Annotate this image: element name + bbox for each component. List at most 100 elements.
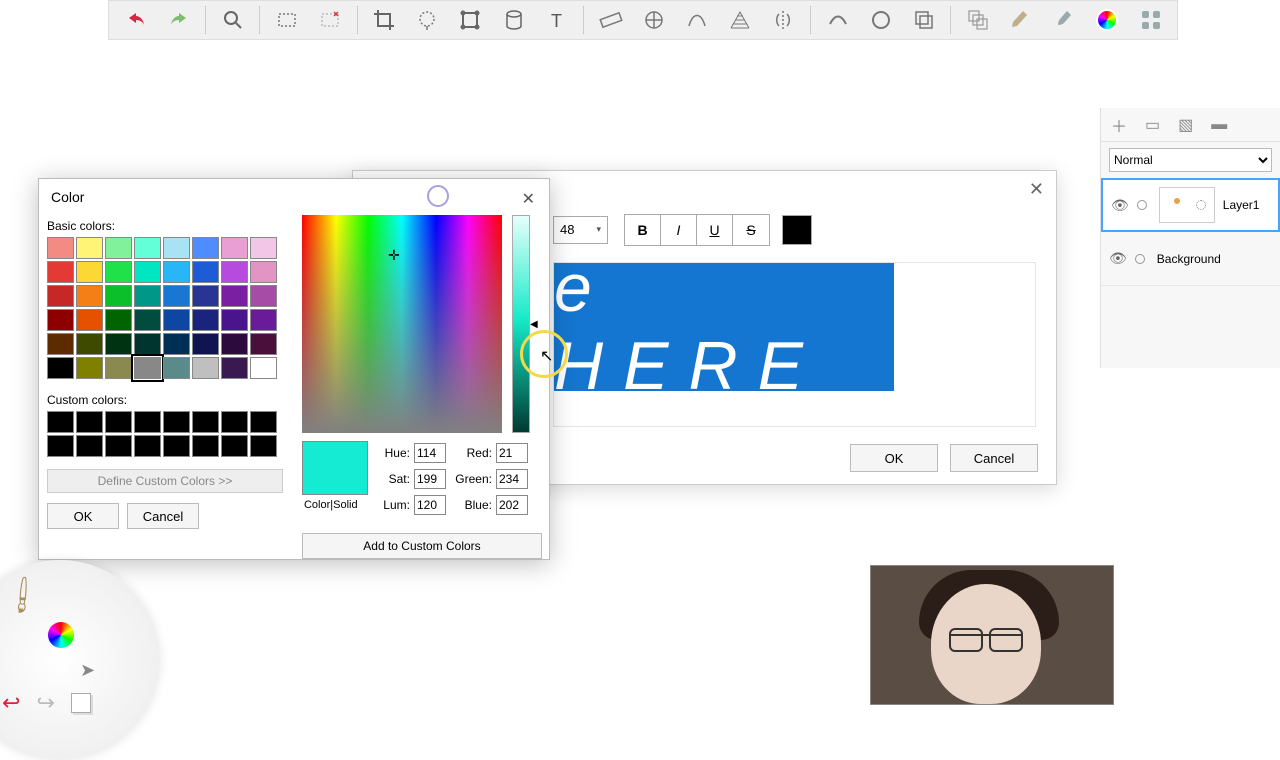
custom-color-swatch[interactable] xyxy=(250,435,277,457)
strike-button[interactable]: S xyxy=(733,215,769,245)
brush-icon[interactable] xyxy=(1046,2,1083,38)
basic-color-swatch[interactable] xyxy=(76,237,103,259)
text-preview-area[interactable]: e HERE xyxy=(553,262,1036,427)
basic-color-swatch[interactable] xyxy=(221,261,248,283)
perspective-icon[interactable] xyxy=(722,2,759,38)
layers-icon[interactable] xyxy=(905,2,942,38)
basic-color-swatch[interactable] xyxy=(134,237,161,259)
custom-color-swatch[interactable] xyxy=(76,411,103,433)
color-cancel-button[interactable]: Cancel xyxy=(127,503,199,529)
basic-color-swatch[interactable] xyxy=(221,237,248,259)
basic-color-swatch[interactable] xyxy=(163,333,190,355)
crop-icon[interactable] xyxy=(366,2,403,38)
basic-color-swatch[interactable] xyxy=(163,309,190,331)
basic-color-swatch[interactable] xyxy=(105,261,132,283)
basic-color-swatch[interactable] xyxy=(76,357,103,379)
custom-color-swatch[interactable] xyxy=(192,435,219,457)
basic-color-swatch[interactable] xyxy=(221,333,248,355)
zoom-icon[interactable] xyxy=(214,2,251,38)
visibility-icon[interactable]: 👁 xyxy=(1111,197,1129,214)
image-icon[interactable]: ▧ xyxy=(1178,115,1193,135)
color-spectrum[interactable]: ✛ xyxy=(302,215,502,433)
add-to-custom-button[interactable]: Add to Custom Colors xyxy=(302,533,542,559)
close-icon[interactable]: ✕ xyxy=(1029,179,1044,200)
custom-color-swatch[interactable] xyxy=(134,411,161,433)
curve-guide-icon[interactable] xyxy=(679,2,716,38)
basic-color-swatch[interactable] xyxy=(221,357,248,379)
text-icon[interactable]: T xyxy=(538,2,575,38)
cylinder-icon[interactable] xyxy=(495,2,532,38)
red-input[interactable] xyxy=(496,443,528,463)
custom-color-swatch[interactable] xyxy=(192,411,219,433)
basic-color-swatch[interactable] xyxy=(134,261,161,283)
copies-icon[interactable] xyxy=(959,2,996,38)
apps-icon[interactable] xyxy=(1132,2,1169,38)
hue-input[interactable] xyxy=(414,443,446,463)
basic-color-swatch[interactable] xyxy=(134,357,161,379)
symmetry-icon[interactable] xyxy=(765,2,802,38)
basic-color-swatch[interactable] xyxy=(192,237,219,259)
underline-button[interactable]: U xyxy=(697,215,733,245)
add-layer-icon[interactable]: ＋ xyxy=(1111,113,1127,137)
close-icon[interactable]: ✕ xyxy=(522,189,535,209)
layer-row-layer1[interactable]: 👁 Layer1 xyxy=(1101,178,1280,232)
layer-row-background[interactable]: 👁 Background xyxy=(1101,232,1280,286)
redo-icon[interactable]: ↪ xyxy=(36,690,54,716)
basic-color-swatch[interactable] xyxy=(134,309,161,331)
custom-color-swatch[interactable] xyxy=(47,435,74,457)
basic-color-swatch[interactable] xyxy=(163,285,190,307)
color-wheel-icon[interactable] xyxy=(1089,2,1126,38)
basic-color-swatch[interactable] xyxy=(163,261,190,283)
custom-color-swatch[interactable] xyxy=(134,435,161,457)
luminance-slider[interactable] xyxy=(512,215,530,433)
ellipse-guide-icon[interactable] xyxy=(635,2,672,38)
custom-color-swatch[interactable] xyxy=(105,435,132,457)
color-ok-button[interactable]: OK xyxy=(47,503,119,529)
custom-color-swatch[interactable] xyxy=(221,411,248,433)
basic-color-swatch[interactable] xyxy=(76,309,103,331)
basic-color-swatch[interactable] xyxy=(76,261,103,283)
save-icon[interactable]: ▬ xyxy=(1211,116,1227,134)
select-rect-icon[interactable] xyxy=(268,2,305,38)
text-ok-button[interactable]: OK xyxy=(850,444,938,472)
stroke-icon[interactable] xyxy=(819,2,856,38)
basic-color-swatch[interactable] xyxy=(47,357,74,379)
basic-color-swatch[interactable] xyxy=(134,333,161,355)
define-custom-button[interactable]: Define Custom Colors >> xyxy=(47,469,283,493)
custom-color-swatch[interactable] xyxy=(105,411,132,433)
basic-color-swatch[interactable] xyxy=(47,285,74,307)
basic-color-swatch[interactable] xyxy=(192,357,219,379)
color-wheel-icon[interactable] xyxy=(48,622,74,648)
visibility-icon[interactable]: 👁 xyxy=(1109,250,1127,267)
layer-radio[interactable] xyxy=(1135,254,1145,264)
lum-input[interactable] xyxy=(414,495,446,515)
basic-color-swatch[interactable] xyxy=(105,333,132,355)
basic-color-swatch[interactable] xyxy=(250,285,277,307)
lasso-icon[interactable] xyxy=(409,2,446,38)
custom-color-swatch[interactable] xyxy=(221,435,248,457)
basic-color-swatch[interactable] xyxy=(221,309,248,331)
basic-color-swatch[interactable] xyxy=(250,261,277,283)
basic-color-swatch[interactable] xyxy=(250,357,277,379)
custom-color-swatch[interactable] xyxy=(47,411,74,433)
basic-color-swatch[interactable] xyxy=(105,237,132,259)
bold-button[interactable]: B xyxy=(625,215,661,245)
shape-icon[interactable] xyxy=(452,2,489,38)
font-size-select[interactable]: 48 ▾ xyxy=(553,216,608,244)
basic-color-swatch[interactable] xyxy=(221,285,248,307)
basic-color-swatch[interactable] xyxy=(250,237,277,259)
basic-color-swatch[interactable] xyxy=(134,285,161,307)
green-input[interactable] xyxy=(496,469,528,489)
text-cancel-button[interactable]: Cancel xyxy=(950,444,1038,472)
basic-color-swatch[interactable] xyxy=(192,333,219,355)
circle-icon[interactable] xyxy=(862,2,899,38)
custom-color-swatch[interactable] xyxy=(76,435,103,457)
basic-color-swatch[interactable] xyxy=(192,285,219,307)
layer-radio[interactable] xyxy=(1137,200,1147,210)
basic-color-swatch[interactable] xyxy=(192,309,219,331)
basic-color-swatch[interactable] xyxy=(163,237,190,259)
stack-icon[interactable] xyxy=(71,693,91,713)
basic-color-swatch[interactable] xyxy=(47,309,74,331)
basic-color-swatch[interactable] xyxy=(250,309,277,331)
basic-color-swatch[interactable] xyxy=(47,237,74,259)
